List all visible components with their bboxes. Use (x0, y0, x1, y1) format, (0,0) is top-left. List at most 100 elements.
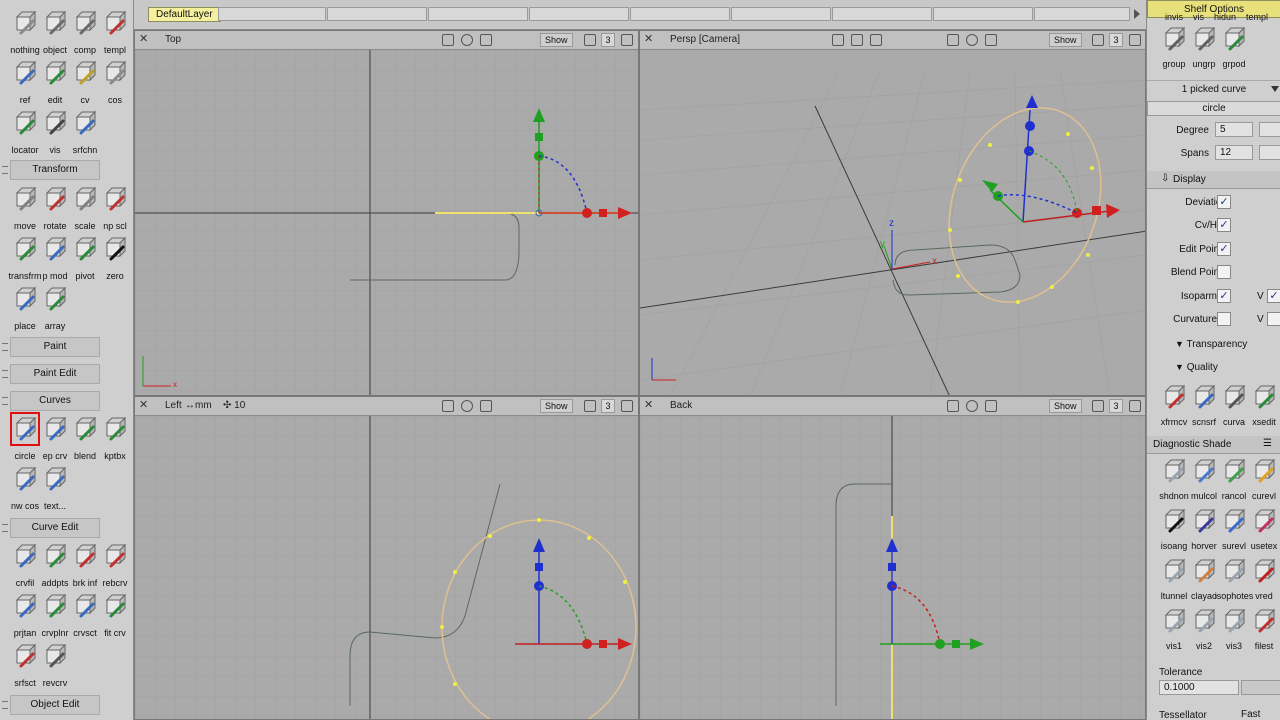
drag-handle-icon[interactable] (2, 701, 8, 709)
tolerance-field[interactable]: 0.1000 (1159, 680, 1239, 695)
zoom-icon[interactable] (947, 400, 959, 412)
tool-srfchn[interactable]: srfchn (70, 108, 100, 158)
tool-cv[interactable]: cv (70, 58, 100, 108)
degree-slider[interactable] (1259, 122, 1280, 137)
viewport-back[interactable]: ✕ Back Show 3 (639, 396, 1146, 720)
drag-handle-icon[interactable] (2, 343, 8, 351)
transparency-section[interactable]: ▼ Transparency (1175, 339, 1247, 350)
maximize-icon[interactable] (621, 400, 633, 412)
viewport-top[interactable]: ✕ Top Show 3 x (134, 30, 639, 396)
zoom-icon[interactable] (442, 400, 454, 412)
shelf-tool-vis2[interactable]: vis2 (1189, 606, 1219, 654)
drag-handle-icon[interactable] (2, 370, 8, 378)
track-icon[interactable] (985, 400, 997, 412)
zoom-icon[interactable] (947, 34, 959, 46)
tool-comp[interactable]: comp (70, 8, 100, 58)
tool-brk-inf[interactable]: brk inf (70, 541, 100, 591)
tool-fit-crv[interactable]: fit crv (100, 591, 130, 641)
shelf-tool-mulcol[interactable]: mulcol (1189, 456, 1219, 504)
layer-slot[interactable] (218, 7, 326, 21)
tool-srfsct[interactable]: srfsct (10, 641, 40, 691)
layer-scroll-right-icon[interactable] (1132, 8, 1142, 20)
viewport-back-canvas[interactable] (640, 416, 1146, 720)
option-checkbox[interactable] (1217, 265, 1231, 280)
shelf-tool-ltunnel[interactable]: ltunnel (1159, 556, 1189, 604)
palette-section-curves[interactable]: Curves (10, 391, 100, 411)
track-icon[interactable] (480, 400, 492, 412)
spans-slider[interactable] (1259, 145, 1280, 160)
palette-section-curve-edit[interactable]: Curve Edit (10, 518, 100, 538)
viewport-left-canvas[interactable] (135, 416, 639, 720)
shelf-tool-ungrp[interactable]: ungrp (1189, 24, 1219, 72)
close-icon[interactable]: ✕ (139, 400, 150, 411)
palette-section-object-edit[interactable]: Object Edit (10, 695, 100, 715)
option-checkbox[interactable]: ✓ (1217, 288, 1231, 303)
quality-section[interactable]: ▼ Quality (1175, 362, 1218, 373)
close-icon[interactable]: ✕ (644, 34, 655, 45)
display-quality-button[interactable]: 3 (601, 33, 615, 47)
shelf-tool-curva[interactable]: curva (1219, 382, 1249, 430)
tool-place[interactable]: place (10, 284, 40, 334)
palette-section-paint[interactable]: Paint (10, 337, 100, 357)
drag-handle-icon[interactable] (2, 524, 8, 532)
display-quality-button[interactable]: 3 (1109, 33, 1123, 47)
track-icon[interactable] (480, 34, 492, 46)
shelf-tool-curevl[interactable]: curevl (1249, 456, 1279, 504)
layer-slot[interactable] (327, 7, 427, 21)
camera-view-icon[interactable] (851, 34, 863, 46)
show-menu-button[interactable]: Show (540, 399, 573, 413)
tolerance-slider[interactable] (1241, 680, 1280, 695)
viewport-top-canvas[interactable]: x (135, 50, 639, 396)
tool-templ[interactable]: templ (100, 8, 130, 58)
tool-crvfil[interactable]: crvfil (10, 541, 40, 591)
option-checkbox[interactable]: ✓ (1217, 218, 1231, 233)
shelf-tool-isoang[interactable]: isoang (1159, 506, 1189, 554)
tool-transfrm[interactable]: transfrm (9, 234, 42, 284)
layer-slot[interactable] (428, 7, 528, 21)
tool-revcrv[interactable]: revcrv (40, 641, 70, 691)
tool-scale[interactable]: scale (70, 184, 100, 234)
close-icon[interactable]: ✕ (644, 400, 655, 411)
tool-ep-crv[interactable]: ep crv (40, 414, 70, 464)
layer-slot[interactable] (529, 7, 629, 21)
tool-nw-cos[interactable]: nw cos (10, 464, 40, 514)
shelf-tool-vis3[interactable]: vis3 (1219, 606, 1249, 654)
display-quality-button[interactable]: 3 (1109, 399, 1123, 413)
shelf-tool-vred[interactable]: vred (1249, 556, 1279, 604)
tool-kptbx[interactable]: kptbx (100, 414, 130, 464)
display-quality-button[interactable]: 3 (601, 399, 615, 413)
layer-slot[interactable] (630, 7, 730, 21)
shelf-tool-horver[interactable]: horver (1189, 506, 1219, 554)
tool-blend[interactable]: blend (70, 414, 100, 464)
look-at-icon[interactable] (870, 34, 882, 46)
shelf-tool-xfrmcv[interactable]: xfrmcv (1159, 382, 1189, 430)
layer-slot[interactable] (731, 7, 831, 21)
tumble-icon[interactable] (966, 400, 978, 412)
tool-pivot[interactable]: pivot (70, 234, 100, 284)
v-checkbox[interactable]: ✓ (1267, 288, 1280, 303)
shelf-tool-grpod[interactable]: grpod (1219, 24, 1249, 72)
viewport-left[interactable]: ✕ Left ↔mm ✣ 10 Show 3 (134, 396, 639, 720)
default-layer-button[interactable]: DefaultLayer (148, 7, 221, 22)
tumble-icon[interactable] (966, 34, 978, 46)
shelf-tool-usetex[interactable]: usetex (1249, 506, 1279, 554)
tool-array[interactable]: array (40, 284, 70, 334)
chevron-down-icon[interactable] (1271, 85, 1279, 93)
camera-settings-icon[interactable] (832, 34, 844, 46)
camera-icon[interactable] (1092, 34, 1104, 46)
palette-section-transform[interactable]: Transform (10, 160, 100, 180)
layer-slot[interactable] (933, 7, 1033, 21)
tool-prjtan[interactable]: prjtan (10, 591, 40, 641)
maximize-icon[interactable] (1129, 34, 1141, 46)
tool-addpts[interactable]: addpts (40, 541, 70, 591)
tessellator-value[interactable]: Fast (1241, 709, 1260, 720)
track-icon[interactable] (985, 34, 997, 46)
show-menu-button[interactable]: Show (540, 33, 573, 47)
palette-section-paint-edit[interactable]: Paint Edit (10, 364, 100, 384)
collapse-icon[interactable]: ⇩ (1161, 173, 1169, 184)
tool-edit[interactable]: edit (40, 58, 70, 108)
option-checkbox[interactable]: ✓ (1217, 241, 1231, 256)
zoom-icon[interactable] (442, 34, 454, 46)
tool-crvsct[interactable]: crvsct (70, 591, 100, 641)
close-icon[interactable]: ✕ (139, 34, 150, 45)
